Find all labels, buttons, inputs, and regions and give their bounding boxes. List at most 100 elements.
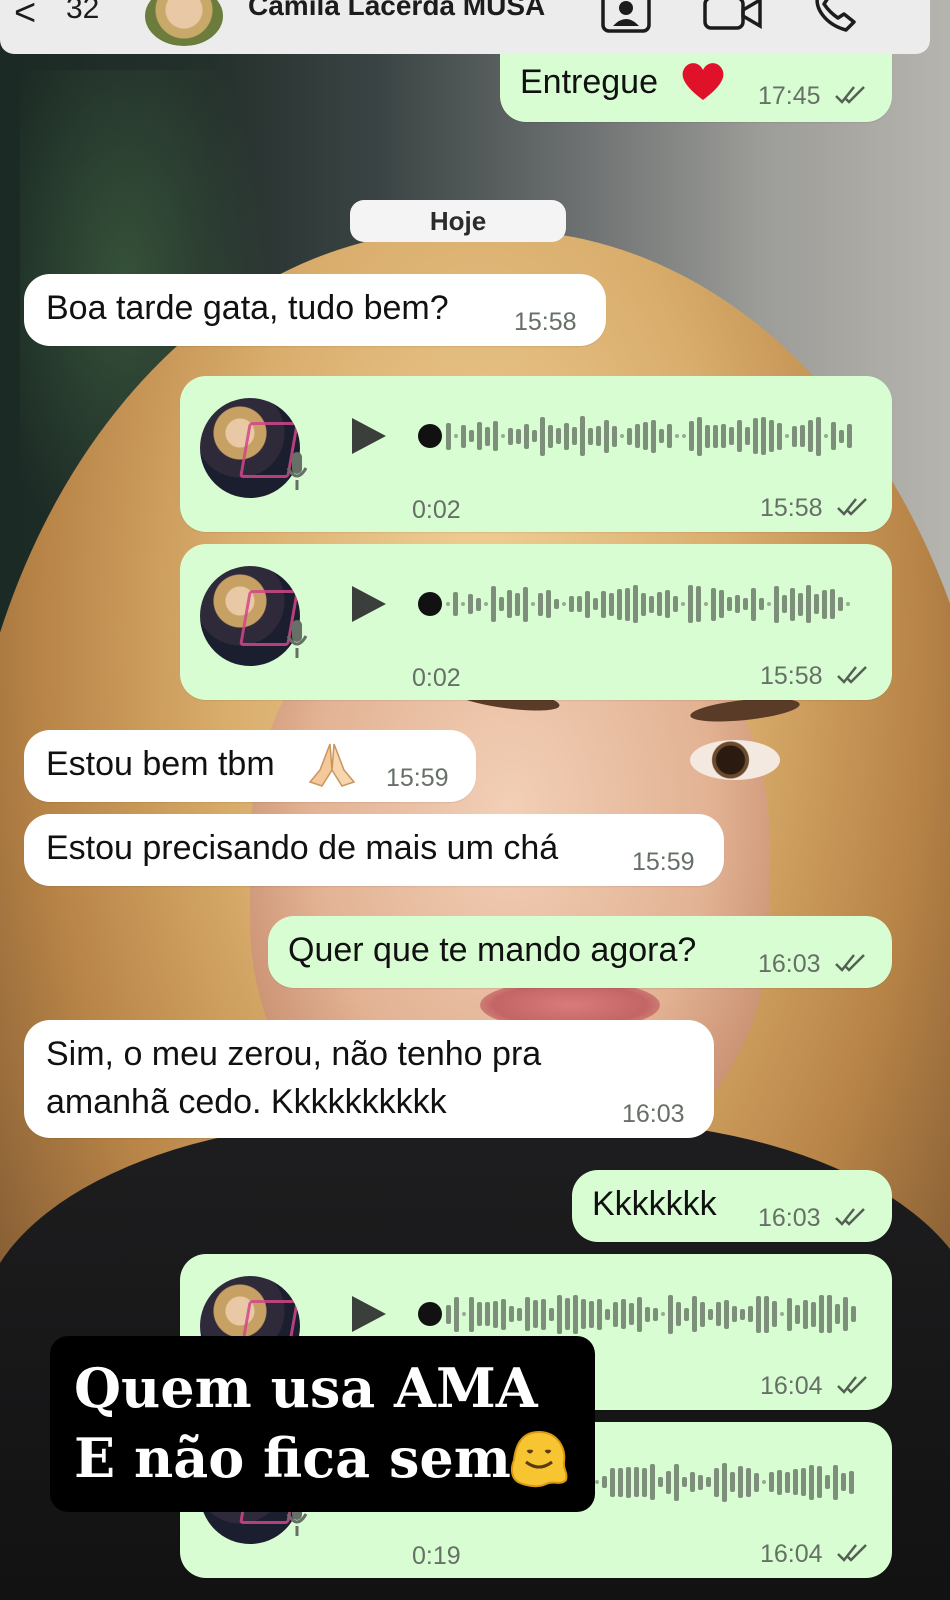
- waveform-bar: [507, 590, 512, 618]
- waveform-bar: [637, 1296, 642, 1332]
- waveform-bar: [849, 1470, 854, 1494]
- waveform-bar: [605, 1308, 610, 1320]
- waveform-bar: [737, 420, 742, 452]
- waveform-bar: [613, 1301, 618, 1327]
- waveform-bar: [515, 592, 520, 616]
- waveform-bar: [593, 598, 598, 610]
- audio-message-outgoing[interactable]: 0:02 15:58: [180, 544, 892, 700]
- message-time: 15:59: [386, 764, 449, 792]
- waveform-bar: [790, 587, 795, 621]
- waveform-bar: [485, 1302, 490, 1326]
- waveform-bar: [795, 1304, 800, 1324]
- message-bubble-incoming[interactable]: Estou bem tbm 15:59: [24, 730, 476, 802]
- waveform-bar: [477, 1302, 482, 1326]
- waveform-bar: [780, 1312, 784, 1316]
- waveform-bar: [509, 1306, 514, 1322]
- waveform-bar: [830, 589, 835, 619]
- waveform-bar: [516, 428, 521, 444]
- waveform-bar: [650, 1464, 655, 1500]
- contact-avatar[interactable]: [145, 0, 223, 46]
- waveform-bar: [711, 587, 716, 621]
- play-icon[interactable]: [350, 1294, 388, 1339]
- contact-name[interactable]: Camila Lacerda MUSA: [248, 0, 545, 22]
- waveform-bar: [461, 424, 466, 448]
- waveform-bar: [785, 1471, 790, 1493]
- waveform-bar: [746, 1467, 751, 1497]
- waveform-bar: [629, 1303, 634, 1325]
- message-bubble-outgoing[interactable]: Kkkkkkk 16:03: [572, 1170, 892, 1242]
- message-text: Estou precisando de mais um chá: [46, 829, 559, 867]
- audio-message-outgoing[interactable]: 0:02 15:58: [180, 376, 892, 532]
- waveform-bar: [601, 590, 606, 618]
- message-bubble-outgoing[interactable]: Quer que te mando agora? 16:03: [268, 916, 892, 988]
- waveform-bar: [769, 420, 774, 452]
- waveform-bar: [556, 428, 561, 444]
- contact-card-icon[interactable]: [600, 0, 654, 34]
- waveform-bar: [525, 1297, 530, 1331]
- waveform-bar: [620, 434, 624, 438]
- audio-waveform[interactable]: [446, 414, 855, 458]
- message-time: 15:58: [760, 494, 823, 522]
- waveform-bar: [635, 424, 640, 448]
- play-icon[interactable]: [350, 584, 388, 629]
- waveform-bar: [745, 427, 750, 445]
- waveform-bar: [690, 1472, 695, 1492]
- phone-call-icon[interactable]: [810, 0, 862, 34]
- waveform-bar: [831, 422, 836, 450]
- waveform-bar: [538, 592, 543, 616]
- waveform-bar: [721, 424, 726, 448]
- waveform-bar: [446, 422, 451, 450]
- waveform-bar: [838, 597, 843, 611]
- waveform-bar: [557, 1294, 562, 1334]
- waveform-bar: [682, 434, 686, 438]
- waveform-bar: [499, 597, 504, 611]
- waveform-bar: [517, 1307, 522, 1321]
- waveform-bar: [753, 418, 758, 454]
- audio-waveform[interactable]: [446, 1292, 859, 1336]
- play-icon[interactable]: [350, 416, 388, 461]
- waveform-bar: [798, 592, 803, 616]
- waveform-bar: [618, 1467, 623, 1497]
- waveform-bar: [822, 589, 827, 619]
- waveform-bar: [588, 427, 593, 445]
- waveform-bar: [700, 1301, 705, 1327]
- waveform-bar: [819, 1295, 824, 1333]
- waveform-bar: [705, 424, 710, 448]
- waveform-bar: [761, 417, 766, 455]
- waveform-bar: [524, 423, 529, 449]
- waveform-bar: [716, 1302, 721, 1326]
- waveform-bar: [833, 1464, 838, 1500]
- message-text: Entregue: [520, 63, 658, 101]
- unread-count[interactable]: 32: [66, 0, 99, 26]
- waveform-bar: [645, 1306, 650, 1322]
- waveform-bar: [610, 1467, 615, 1497]
- waveform-bar: [727, 597, 732, 611]
- video-call-icon[interactable]: [702, 0, 764, 34]
- message-bubble-incoming[interactable]: Estou precisando de mais um chá 15:59: [24, 814, 724, 886]
- waveform-bar: [806, 585, 811, 623]
- audio-scrubber-handle[interactable]: [418, 592, 442, 616]
- waveform-bar: [740, 1308, 745, 1320]
- waveform-bar: [692, 1296, 697, 1332]
- waveform-bar: [595, 1480, 599, 1484]
- waveform-bar: [589, 1300, 594, 1328]
- waveform-bar: [735, 595, 740, 613]
- waveform-bar: [719, 590, 724, 618]
- audio-waveform[interactable]: [446, 582, 853, 626]
- waveform-bar: [689, 421, 694, 451]
- message-time: 15:58: [514, 308, 577, 336]
- waveform-bar: [523, 586, 528, 622]
- waveform-bar: [668, 1294, 673, 1334]
- waveform-bar: [454, 1296, 459, 1332]
- waveform-bar: [621, 1299, 626, 1329]
- waveform-bar: [748, 1306, 753, 1322]
- back-arrow-icon[interactable]: <: [14, 0, 36, 35]
- waveform-bar: [762, 1480, 766, 1484]
- waveform-bar: [785, 434, 789, 438]
- waveform-bar: [633, 585, 638, 623]
- audio-scrubber-handle[interactable]: [418, 1302, 442, 1326]
- audio-scrubber-handle[interactable]: [418, 424, 442, 448]
- message-bubble-outgoing[interactable]: Entregue 17:45: [500, 54, 892, 122]
- message-bubble-incoming[interactable]: Sim, o meu zerou, não tenho pra amanhã c…: [24, 1020, 714, 1138]
- message-bubble-incoming[interactable]: Boa tarde gata, tudo bem? 15:58: [24, 274, 606, 346]
